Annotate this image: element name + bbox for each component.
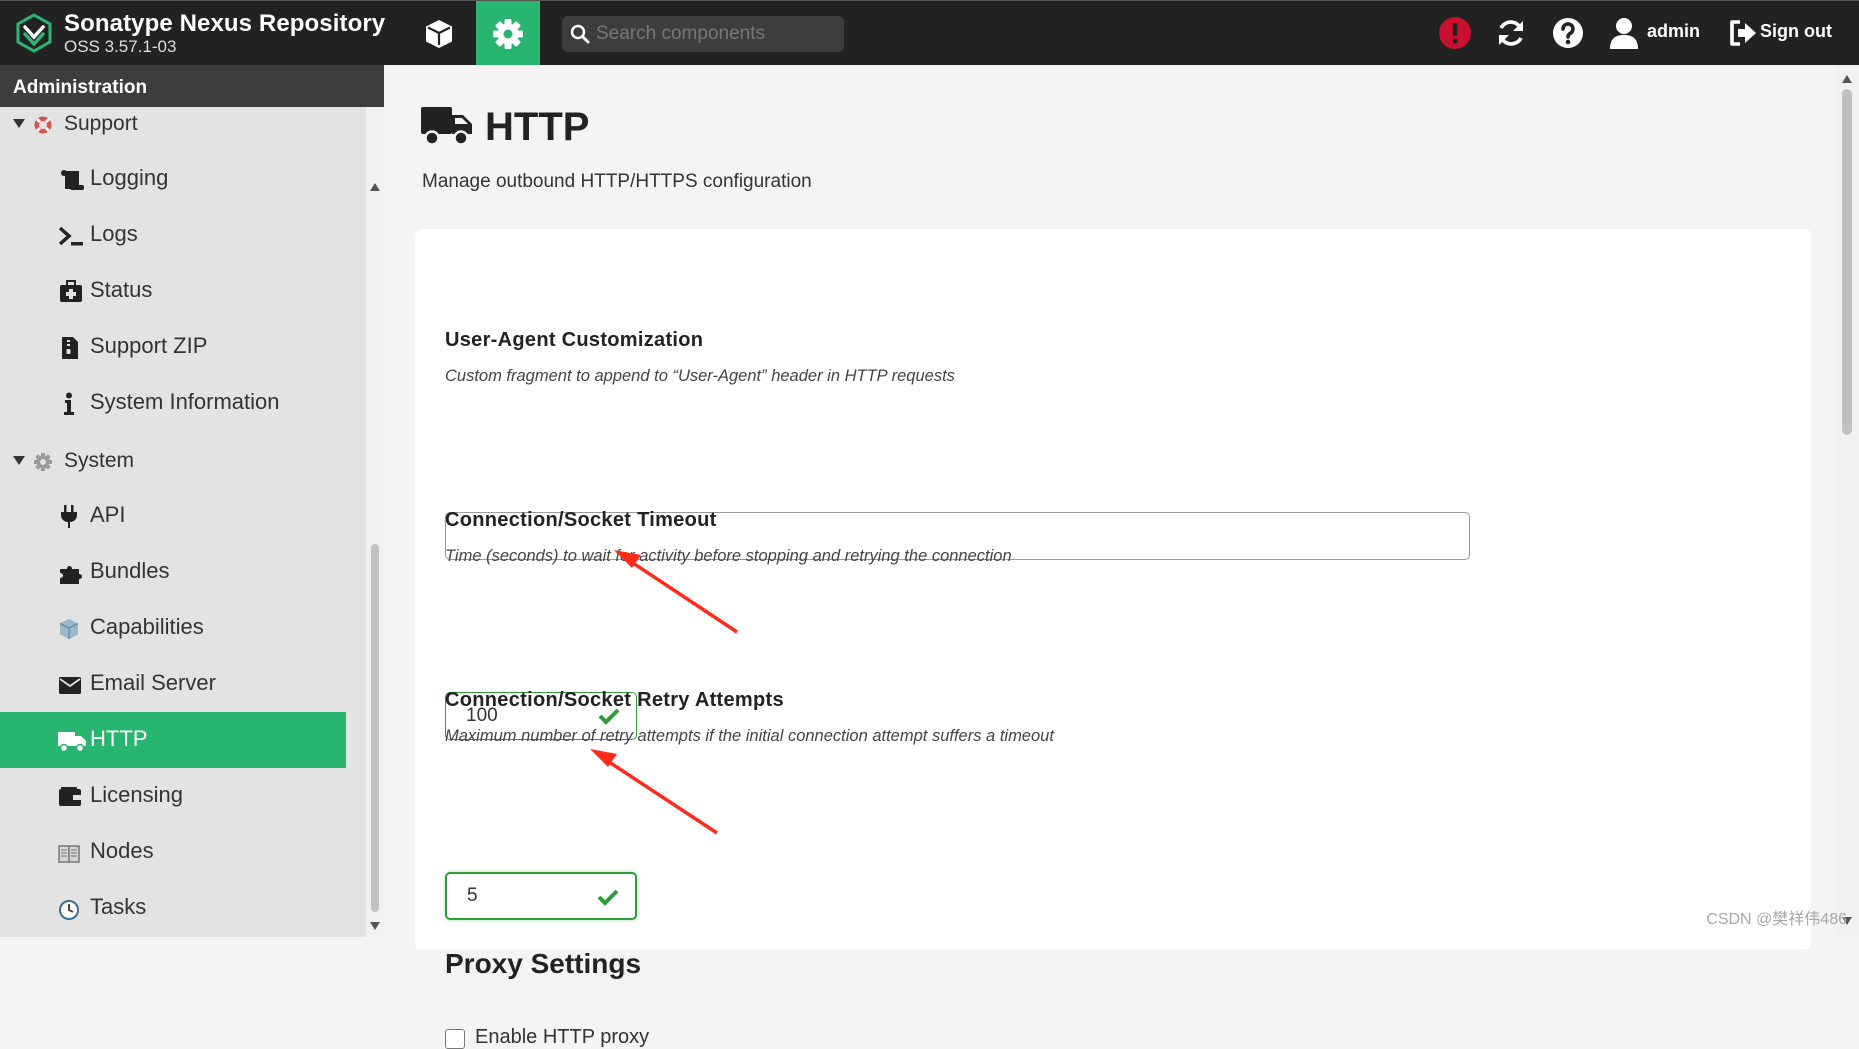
sidebar-item-api[interactable]: API	[0, 488, 346, 544]
retry-field[interactable]	[445, 872, 637, 920]
envelope-icon	[59, 677, 81, 694]
sidebar-item-system-information[interactable]: System Information	[0, 375, 346, 431]
sidebar-scrollbar[interactable]	[366, 107, 384, 937]
retry-description: Maximum number of retry attempts if the …	[445, 727, 1054, 745]
sidebar-item-label: API	[90, 502, 126, 527]
clock-icon	[59, 900, 79, 920]
sidebar-item-licensing[interactable]: Licensing	[0, 768, 346, 824]
search-box[interactable]	[562, 16, 844, 52]
gear-icon	[493, 18, 523, 49]
sidebar-item-label: System Information	[90, 389, 280, 414]
sidebar-item-label: Status	[90, 277, 153, 302]
plug-icon	[61, 505, 77, 528]
page-subtitle: Manage outbound HTTP/HTTPS configuration	[422, 171, 812, 192]
page-title: HTTP	[485, 105, 590, 149]
cog-icon	[34, 453, 52, 471]
watermark: CSDN @樊祥伟486	[1706, 911, 1847, 928]
sidebar-item-capabilities[interactable]: Capabilities	[0, 600, 346, 656]
sidebar-item-nodes[interactable]: Nodes	[0, 824, 346, 880]
cube-icon	[426, 19, 452, 48]
sidebar-item-logging[interactable]: Logging	[0, 151, 346, 207]
timeout-label: Connection/Socket Timeout	[445, 509, 717, 531]
sidebar-item-label: Licensing	[90, 782, 183, 807]
main-scrollbar[interactable]	[1835, 65, 1859, 937]
sidebar-item-logs[interactable]: Logs	[0, 207, 346, 263]
sidebar-group-label: System	[64, 449, 135, 472]
brand-version: OSS 3.57.1-03	[64, 37, 177, 56]
scroll-up-arrow-icon[interactable]	[1842, 75, 1852, 83]
sidebar-item-label: Capabilities	[90, 614, 204, 639]
sidebar-item-label: Tasks	[90, 894, 147, 919]
terminal-icon	[58, 226, 83, 246]
timeout-description: Time (seconds) to wait for activity befo…	[445, 547, 1012, 565]
enable-http-proxy-checkbox[interactable]	[445, 1029, 465, 1049]
caret-down-icon[interactable]	[13, 456, 25, 466]
sign-out-icon[interactable]	[1728, 16, 1758, 50]
top-bar: Sonatype Nexus Repository OSS 3.57.1-03	[0, 0, 1859, 66]
search-icon	[570, 24, 590, 44]
sidebar-item-label: Nodes	[90, 838, 154, 863]
nexus-logo-icon[interactable]	[14, 13, 54, 53]
wallet-icon	[59, 787, 81, 806]
sidebar-item-tasks[interactable]: Tasks	[0, 880, 346, 936]
sidebar-item-label: Logs	[90, 221, 138, 246]
sidebar-group-label: Support	[64, 112, 138, 135]
sidebar-item-label: Bundles	[90, 558, 170, 583]
admin-sidebar: Administration Support Logging Logs Stat…	[0, 65, 384, 937]
caret-down-icon[interactable]	[13, 119, 25, 129]
sidebar-scrollbar-thumb[interactable]	[371, 544, 379, 912]
http-settings-form: User-Agent Customization Custom fragment…	[415, 229, 1811, 1049]
file-zip-icon	[62, 337, 78, 359]
sidebar-item-label: HTTP	[90, 726, 148, 751]
book-icon	[58, 845, 80, 863]
main-content: HTTP Manage outbound HTTP/HTTPS configur…	[384, 65, 1835, 1049]
checkmark-icon	[597, 889, 619, 906]
scroll-icon	[61, 170, 84, 190]
sidebar-group-support[interactable]: Support	[0, 100, 366, 148]
sidebar-item-label: Logging	[90, 165, 169, 190]
proxy-settings-heading: Proxy Settings	[445, 948, 642, 979]
admin-mode-button[interactable]	[476, 1, 540, 66]
lifebuoy-icon	[34, 116, 52, 134]
sidebar-item-http[interactable]: HTTP	[0, 712, 346, 768]
sidebar-item-support-zip[interactable]: Support ZIP	[0, 319, 346, 375]
medkit-icon	[60, 280, 82, 302]
main-scrollbar-thumb[interactable]	[1842, 89, 1852, 435]
sidebar-item-status[interactable]: Status	[0, 263, 346, 319]
sidebar-group-system[interactable]: System	[0, 437, 366, 485]
user-agent-description: Custom fragment to append to “User-Agent…	[445, 367, 955, 385]
search-input[interactable]	[596, 16, 836, 52]
sidebar-item-bundles[interactable]: Bundles	[0, 544, 346, 600]
user-agent-label: User-Agent Customization	[445, 329, 704, 351]
user-name-link[interactable]: admin	[1647, 21, 1700, 42]
sidebar-item-email-server[interactable]: Email Server	[0, 656, 346, 712]
user-icon[interactable]	[1608, 16, 1640, 50]
scroll-up-arrow-icon[interactable]	[370, 183, 380, 191]
info-icon	[64, 392, 74, 415]
retry-label: Connection/Socket Retry Attempts	[445, 689, 784, 711]
sidebar-item-label: Email Server	[90, 670, 216, 695]
enable-http-proxy-label[interactable]: Enable HTTP proxy	[475, 1026, 649, 1049]
help-icon[interactable]	[1551, 16, 1585, 50]
sidebar-item-label: Support ZIP	[90, 333, 208, 358]
alert-icon[interactable]	[1438, 16, 1472, 50]
brand-name: Sonatype Nexus Repository	[64, 10, 386, 37]
browse-mode-button[interactable]	[408, 1, 470, 66]
truck-icon	[421, 107, 472, 146]
scroll-down-arrow-icon[interactable]	[370, 922, 380, 930]
refresh-icon[interactable]	[1494, 16, 1528, 50]
sign-out-button[interactable]: Sign out	[1760, 21, 1832, 42]
cube-outline-icon	[59, 619, 79, 639]
truck-icon	[58, 732, 86, 753]
puzzle-icon	[60, 566, 82, 584]
